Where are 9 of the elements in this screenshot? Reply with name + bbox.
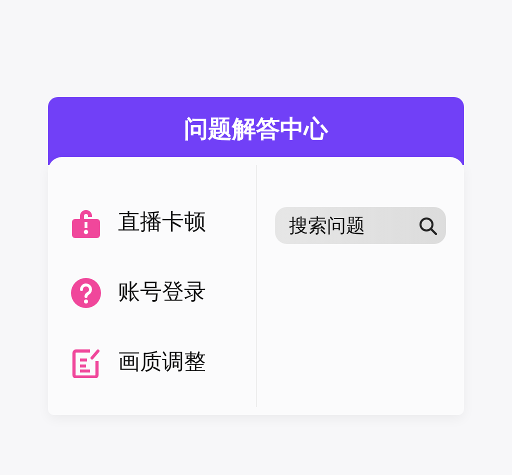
- topic-item[interactable]: 画质调整: [48, 347, 256, 379]
- search-icon: [418, 216, 438, 236]
- lock-icon: [70, 207, 102, 239]
- question-icon: [70, 277, 102, 309]
- topic-item[interactable]: 账号登录: [48, 277, 256, 309]
- panel-title: 问题解答中心: [184, 114, 328, 145]
- edit-icon: [72, 348, 100, 378]
- topic-item[interactable]: 直播卡顿: [48, 207, 256, 239]
- search-button[interactable]: 搜索问题: [275, 207, 446, 244]
